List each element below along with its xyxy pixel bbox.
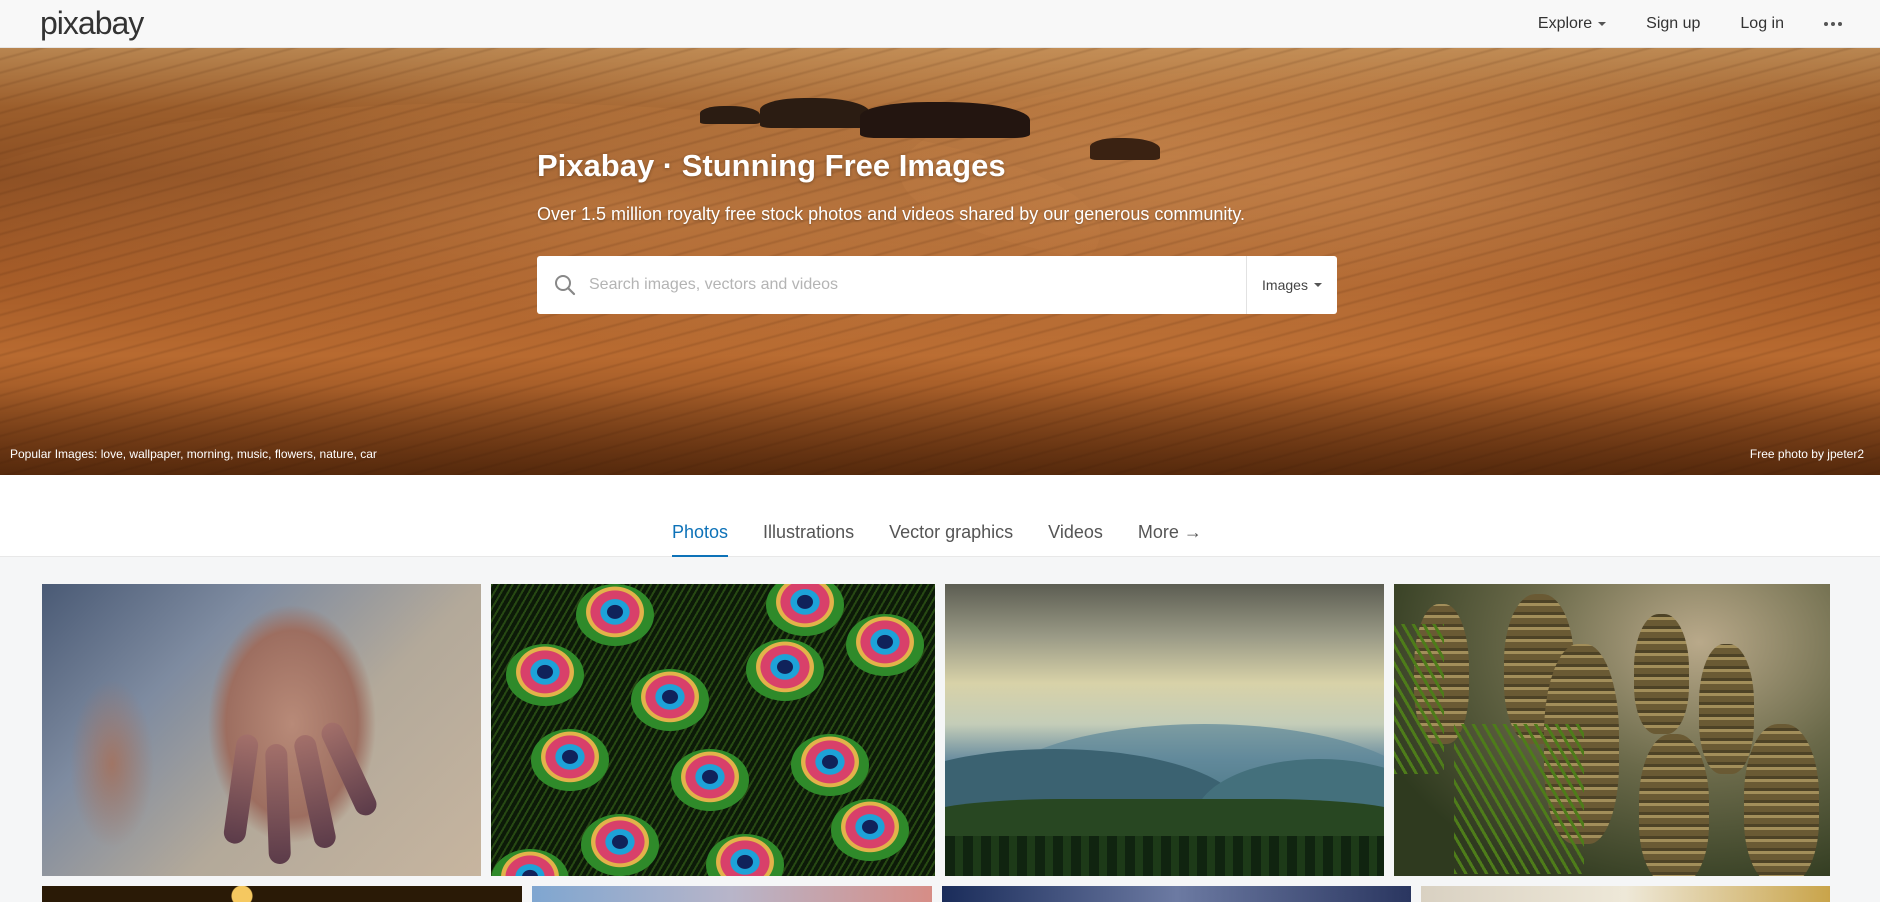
popular-tag[interactable]: nature xyxy=(320,447,354,461)
hero-title: Pixabay · Stunning Free Images xyxy=(537,148,1006,183)
top-nav: Explore Sign up Log in xyxy=(1498,0,1842,48)
more-dots-icon[interactable] xyxy=(1824,22,1842,26)
popular-images: Popular Images: love, wallpaper, morning… xyxy=(10,447,377,461)
popular-tag[interactable]: wallpaper xyxy=(129,447,180,461)
top-bar: pixabay Explore Sign up Log in xyxy=(0,0,1880,48)
tab-illustrations[interactable]: Illustrations xyxy=(763,522,854,557)
image-thumbnail-food[interactable] xyxy=(1421,886,1830,902)
hero-subtitle: Over 1.5 million royalty free stock phot… xyxy=(537,204,1246,224)
popular-tag[interactable]: flowers xyxy=(275,447,313,461)
search-input[interactable] xyxy=(589,256,1246,314)
popular-label: Popular Images: xyxy=(10,447,98,461)
popular-tag[interactable]: morning xyxy=(187,447,230,461)
image-thumbnail-candles[interactable] xyxy=(42,886,522,902)
popular-tag[interactable]: car xyxy=(360,447,377,461)
pixabay-logo[interactable]: pixabay xyxy=(40,5,144,41)
search-type-label: Images xyxy=(1262,277,1308,293)
image-thumbnail-mountains[interactable] xyxy=(945,584,1384,876)
signup-link[interactable]: Sign up xyxy=(1646,15,1700,33)
tab-videos[interactable]: Videos xyxy=(1048,522,1103,557)
explore-label: Explore xyxy=(1537,15,1593,32)
search-bar: Images xyxy=(537,256,1337,314)
explore-menu[interactable]: Explore xyxy=(1537,15,1607,33)
hero-banner: Pixabay · Stunning Free Images Over 1.5 … xyxy=(0,48,1880,475)
category-tabs: Photos Illustrations Vector graphics Vid… xyxy=(672,522,1237,557)
caret-down-icon xyxy=(1313,283,1322,287)
hero-text: Pixabay · Stunning Free Images Over 1.5 … xyxy=(537,148,1337,225)
image-thumbnail-peacock[interactable] xyxy=(491,584,935,876)
popular-tag[interactable]: music xyxy=(237,447,268,461)
photo-credit[interactable]: Free photo by jpeter2 xyxy=(1750,447,1864,461)
login-link[interactable]: Log in xyxy=(1740,15,1784,33)
caret-down-icon xyxy=(1598,22,1607,26)
search-type-dropdown[interactable]: Images xyxy=(1246,256,1337,314)
tab-vector-graphics[interactable]: Vector graphics xyxy=(889,522,1013,557)
image-thumbnail-flowers[interactable] xyxy=(532,886,932,902)
tab-photos[interactable]: Photos xyxy=(672,522,729,557)
image-thumbnail-landscape[interactable] xyxy=(942,886,1411,902)
image-thumbnail-pine-cones[interactable] xyxy=(1394,584,1830,876)
search-icon[interactable] xyxy=(541,256,589,314)
popular-tag[interactable]: love xyxy=(101,447,123,461)
tab-more[interactable]: More → xyxy=(1138,522,1202,557)
image-thumbnail-hand[interactable] xyxy=(42,584,481,876)
category-tabs-bar: Photos Illustrations Vector graphics Vid… xyxy=(0,475,1880,557)
